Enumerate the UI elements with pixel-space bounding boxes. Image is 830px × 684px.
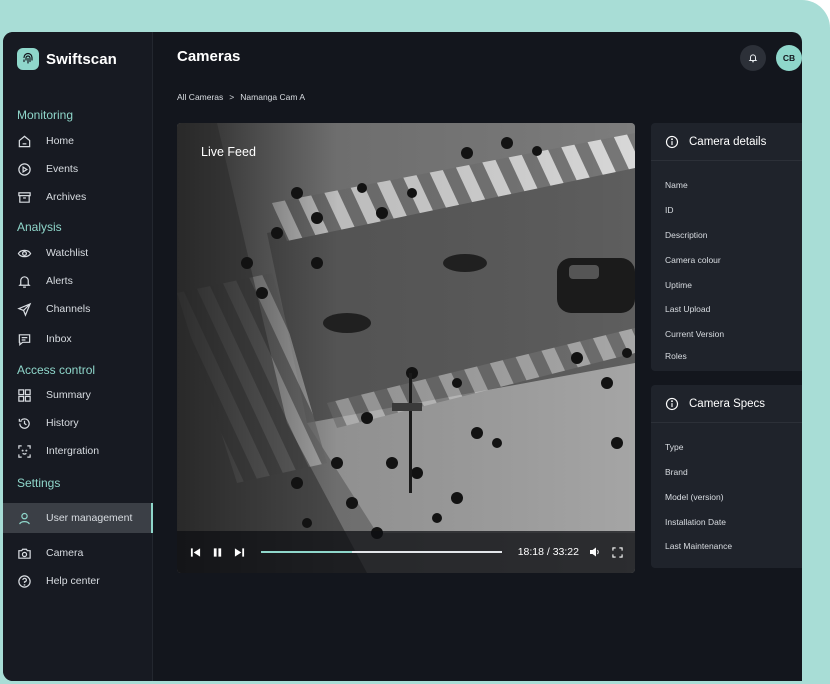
- spec-row-installation-date: Installation Date: [665, 517, 726, 527]
- skip-forward-button[interactable]: [233, 546, 245, 558]
- fullscreen-button[interactable]: [611, 546, 623, 558]
- send-icon: [17, 302, 32, 317]
- breadcrumb: All Cameras > Namanga Cam A: [177, 92, 305, 102]
- skip-back-icon: [190, 547, 200, 557]
- skip-forward-icon: [234, 547, 244, 557]
- grid-icon: [18, 388, 31, 402]
- camera-specs-header: Camera Specs: [651, 385, 802, 423]
- volume-icon: [590, 547, 599, 557]
- nav-item-inbox[interactable]: Inbox: [3, 325, 153, 353]
- breadcrumb-current: Namanga Cam A: [240, 92, 305, 102]
- detail-row-name: Name: [665, 180, 688, 190]
- nav-label: Home: [46, 135, 75, 147]
- message-icon: [18, 333, 31, 346]
- section-title-access-control: Access control: [17, 363, 96, 377]
- section-title-settings: Settings: [17, 476, 61, 490]
- nav-item-watchlist[interactable]: Watchlist: [3, 239, 153, 267]
- nav-label: Summary: [46, 389, 91, 401]
- nav-label: Channels: [46, 303, 91, 315]
- nav-item-alerts[interactable]: Alerts: [3, 267, 153, 295]
- play-circle-icon: [18, 162, 31, 176]
- history-icon: [18, 417, 30, 429]
- breadcrumb-separator: >: [229, 92, 235, 102]
- breadcrumb-root[interactable]: All Cameras: [177, 92, 223, 102]
- help-icon: [18, 574, 31, 588]
- detail-row-roles: Roles: [665, 351, 687, 361]
- info-icon: [665, 135, 679, 148]
- nav-item-archives[interactable]: Archives: [3, 183, 153, 211]
- nav-label: History: [46, 417, 79, 429]
- nav-item-help-center[interactable]: Help center: [3, 567, 153, 595]
- page-title: Cameras: [177, 48, 241, 65]
- volume-button[interactable]: [589, 546, 601, 558]
- spec-row-brand: Brand: [665, 467, 688, 477]
- nav-item-channels[interactable]: Channels: [3, 295, 153, 323]
- video-progress-fill: [261, 551, 353, 553]
- detail-row-current-version: Current Version: [665, 329, 725, 339]
- fingerprint-icon: [17, 48, 39, 70]
- nav-label: Intergration: [46, 445, 100, 457]
- detail-row-uptime: Uptime: [665, 280, 692, 290]
- brand-name: Swiftscan: [46, 50, 117, 68]
- bell-icon: [18, 275, 31, 288]
- nav-label: Archives: [46, 191, 87, 203]
- camera-specs-title: Camera Specs: [689, 397, 766, 410]
- camera-details-title: Camera details: [689, 135, 767, 148]
- camera-feed-image: [177, 123, 635, 573]
- pause-icon: [213, 547, 221, 557]
- avatar[interactable]: CB: [776, 45, 802, 71]
- info-icon: [665, 397, 679, 410]
- eye-icon: [17, 249, 32, 257]
- nav-item-home[interactable]: Home: [3, 127, 153, 155]
- nav-item-integration[interactable]: Intergration: [3, 437, 153, 465]
- live-feed-label: Live Feed: [201, 145, 256, 159]
- fullscreen-icon: [611, 546, 623, 558]
- detail-row-description: Description: [665, 230, 708, 240]
- section-title-analysis: Analysis: [17, 220, 62, 234]
- nav-label: Events: [46, 163, 79, 175]
- nav-item-summary[interactable]: Summary: [3, 381, 153, 409]
- video-progress-bar[interactable]: [261, 551, 502, 553]
- detail-row-last-upload: Last Upload: [665, 304, 711, 314]
- face-scan-icon: [18, 444, 31, 458]
- nav-label: Help center: [46, 575, 100, 587]
- nav-label: Inbox: [46, 333, 72, 345]
- nav-label: Camera: [46, 547, 84, 559]
- user-icon: [19, 512, 30, 524]
- spec-row-model: Model (version): [665, 492, 724, 502]
- nav-item-events[interactable]: Events: [3, 155, 153, 183]
- bell-icon: [748, 54, 758, 63]
- video-controls: 18:18 / 33:22: [177, 531, 635, 573]
- camera-specs-panel: Camera Specs Type Brand Model (version) …: [651, 385, 802, 568]
- spec-row-type: Type: [665, 442, 684, 452]
- archive-icon: [18, 191, 31, 203]
- app-window: Swiftscan Monitoring Home Events Archive…: [3, 32, 802, 681]
- camera-icon: [18, 548, 31, 559]
- home-icon: [18, 135, 31, 147]
- sidebar: Swiftscan Monitoring Home Events Archive…: [3, 32, 153, 681]
- nav-label: Alerts: [46, 275, 73, 287]
- camera-details-header: Camera details: [651, 123, 802, 161]
- brand[interactable]: Swiftscan: [17, 48, 117, 70]
- spec-row-last-maintenance: Last Maintenance: [665, 541, 733, 551]
- video-time: 18:18 / 33:22: [517, 546, 579, 558]
- nav-label: User management: [46, 512, 133, 524]
- nav-item-history[interactable]: History: [3, 409, 153, 437]
- detail-row-camera-colour: Camera colour: [665, 255, 721, 265]
- notifications-button[interactable]: [740, 45, 766, 71]
- pause-button[interactable]: [211, 546, 223, 558]
- video-player[interactable]: Live Feed 18:18 / 33:22: [177, 123, 635, 573]
- section-title-monitoring: Monitoring: [17, 108, 74, 122]
- skip-back-button[interactable]: [189, 546, 201, 558]
- nav-label: Watchlist: [46, 247, 89, 259]
- nav-item-camera[interactable]: Camera: [3, 539, 153, 567]
- detail-row-id: ID: [665, 205, 674, 215]
- camera-details-panel: Camera details Name ID Description Camer…: [651, 123, 802, 371]
- nav-item-user-management[interactable]: User management: [3, 503, 153, 533]
